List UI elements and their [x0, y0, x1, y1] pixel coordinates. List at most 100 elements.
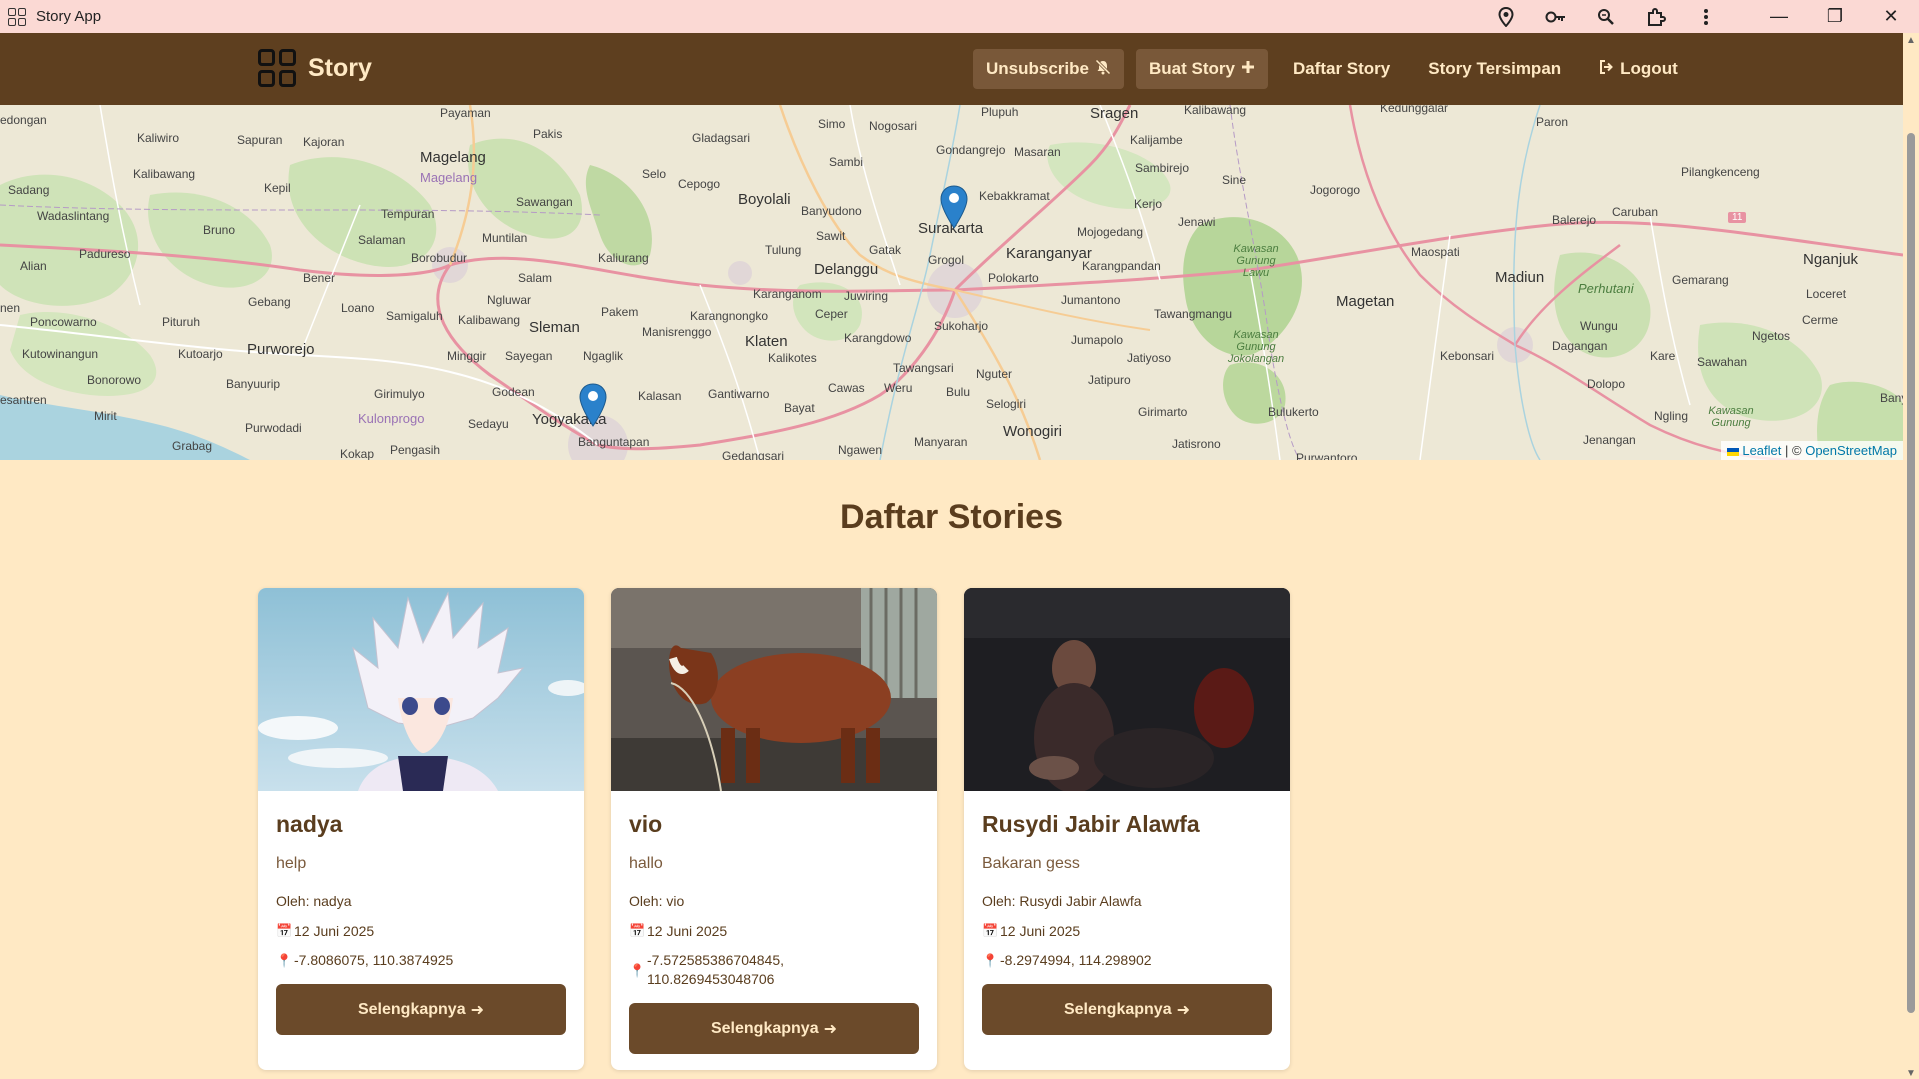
map-label: Kawasan Gunung: [1708, 405, 1754, 429]
map-marker[interactable]: [579, 383, 607, 427]
map-label: Delanggu: [814, 261, 879, 278]
calendar-icon: 📅: [276, 923, 293, 938]
map-label: Magelang: [420, 149, 486, 166]
map-label: Selo: [642, 167, 667, 181]
map-label: Tempuran: [381, 207, 435, 221]
map-label: Kebonsari: [1440, 349, 1495, 363]
map-label: Polokarto: [988, 271, 1039, 285]
map-label: Simo: [818, 117, 846, 131]
zoom-icon[interactable]: [1581, 0, 1631, 33]
selengkapnya-button[interactable]: Selengkapnya ➜: [982, 984, 1272, 1035]
map-label: Sambi: [829, 155, 864, 169]
map-label: Sayegan: [505, 349, 553, 363]
map-label: Banguntapan: [578, 435, 650, 449]
story-image: [964, 588, 1290, 791]
key-icon[interactable]: [1531, 0, 1581, 33]
map-label: Purwantoro: [1296, 451, 1358, 460]
map-label: Kulonprogo: [358, 411, 425, 426]
map-label: Loano: [341, 301, 375, 315]
plus-icon: [1241, 60, 1255, 78]
story-date: 12 Juni 2025: [1000, 923, 1081, 939]
navbar: Story Unsubscribe Buat Story Daftar Stor…: [0, 33, 1903, 105]
map-label: Ngawen: [838, 443, 883, 457]
map-label: Nganjuk: [1803, 251, 1859, 268]
window-titlebar: Story App — ❐ ✕: [0, 0, 1919, 33]
story-card: vio hallo Oleh: vio 📅 12 Juni 2025 📍 -7.57…: [611, 588, 937, 1070]
story-location: -7.8086075, 110.3874925: [294, 952, 454, 968]
close-button[interactable]: ✕: [1863, 0, 1919, 33]
map-label: Kedunggalar: [1380, 105, 1449, 115]
map-label: Klaten: [745, 333, 788, 350]
map-label: Bener: [303, 271, 336, 285]
openstreetmap-link[interactable]: OpenStreetMap: [1805, 443, 1897, 458]
unsubscribe-button[interactable]: Unsubscribe: [973, 49, 1124, 89]
brand-title: Story: [308, 53, 372, 82]
map-label: Boyolali: [738, 191, 791, 208]
daftar-story-link[interactable]: Daftar Story: [1280, 49, 1403, 89]
story-location: -8.2974994, 114.298902: [1000, 952, 1152, 968]
map-label: Sukoharjo: [934, 319, 989, 333]
map-label: Godean: [492, 385, 535, 399]
story-card: nadya help Oleh: nadya 📅 12 Juni 2025 📍 -7…: [258, 588, 584, 1070]
map-label: Borobudur: [411, 251, 468, 265]
map-label: Sawangan: [516, 195, 573, 209]
maximize-button[interactable]: ❐: [1807, 0, 1863, 33]
minimize-button[interactable]: —: [1751, 0, 1807, 33]
map-label: Banyuurip: [226, 377, 281, 391]
logout-button[interactable]: Logout: [1586, 49, 1691, 89]
map-label: Sine: [1222, 173, 1247, 187]
map-label: Padureso: [79, 247, 131, 261]
daftar-story-label: Daftar Story: [1292, 59, 1391, 78]
map-label: Tawangmangu: [1154, 307, 1233, 321]
scroll-up-arrow-icon[interactable]: ▲: [1906, 35, 1916, 46]
extensions-icon[interactable]: [1631, 0, 1681, 33]
map-label: Salaman: [358, 233, 406, 247]
buat-story-button[interactable]: Buat Story: [1135, 49, 1268, 89]
map-label: Jatipuro: [1088, 373, 1131, 387]
scroll-down-arrow-icon[interactable]: ▼: [1906, 1068, 1916, 1079]
map-label: Ngluwar: [487, 293, 532, 307]
location-pin-icon: 📍: [276, 953, 293, 968]
bell-slash-icon: [1094, 58, 1112, 79]
map-label: Mojogedang: [1077, 225, 1144, 239]
map-label: Jogorogo: [1310, 183, 1361, 197]
map-label: esantren: [0, 393, 47, 407]
map-label: Banyudono: [801, 204, 862, 218]
leaflet-link[interactable]: Leaflet: [1742, 443, 1781, 458]
map-label: Pituruh: [162, 315, 201, 329]
map-label: Kaliwiro: [137, 131, 180, 145]
map-label: Sawahan: [1697, 355, 1748, 369]
map-label: Girimarto: [1138, 405, 1188, 419]
brand[interactable]: Story: [258, 49, 372, 87]
location-icon[interactable]: [1481, 0, 1531, 33]
more-icon[interactable]: [1681, 0, 1731, 33]
map-label: Magelang: [420, 170, 478, 185]
logout-icon: [1599, 60, 1614, 78]
map-label: Kalijambe: [1130, 133, 1183, 147]
scroll-thumb[interactable]: [1907, 133, 1915, 1013]
selengkapnya-button[interactable]: Selengkapnya ➜: [276, 984, 566, 1035]
map-label: Sleman: [529, 319, 580, 336]
story-image: [611, 588, 937, 791]
map-label: Mirit: [94, 409, 117, 423]
story-map[interactable]: edongan Payaman Pakis Simo Nogosari Plup…: [0, 105, 1903, 460]
page-scrollbar[interactable]: ▲ ▼: [1903, 33, 1919, 1079]
story-description: hallo: [629, 855, 663, 872]
story-author: Oleh: vio: [629, 893, 685, 909]
story-tersimpan-link[interactable]: Story Tersimpan: [1415, 49, 1574, 89]
map-label: Selogiri: [986, 397, 1027, 411]
app-grid-icon: [8, 7, 26, 26]
map-label: Wonogiri: [1003, 423, 1062, 440]
buat-story-label: Buat Story: [1148, 59, 1235, 78]
map-label: Grogol: [928, 253, 965, 267]
story-author: Oleh: Rusydi Jabir Alawfa: [982, 893, 1142, 909]
story-card: Rusydi Jabir Alawfa Bakaran gess Oleh: R…: [964, 588, 1290, 1070]
arrow-right-icon: ➜: [470, 1001, 484, 1019]
map-marker[interactable]: [940, 185, 968, 229]
calendar-icon: 📅: [629, 923, 646, 938]
selengkapnya-button[interactable]: Selengkapnya ➜: [629, 1003, 919, 1054]
map-label: Kutoarjo: [178, 347, 223, 361]
map-label: Kawasan Gunung Lawu: [1233, 243, 1279, 279]
selengkapnya-label: Selengkapnya: [357, 1000, 466, 1018]
calendar-icon: 📅: [982, 923, 999, 938]
